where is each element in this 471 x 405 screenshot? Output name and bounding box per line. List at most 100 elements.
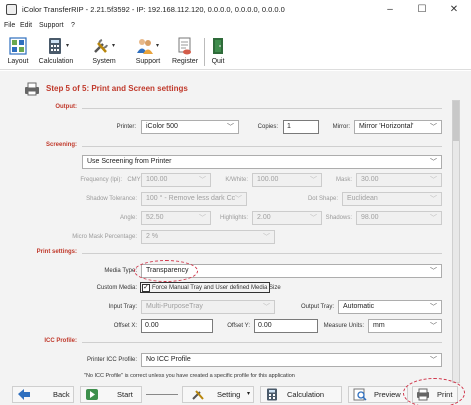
input-tray-select[interactable]: Multi-PurposeTray ﹀ xyxy=(141,300,275,314)
chevron-down-icon: ﹀ xyxy=(430,215,437,222)
offset-x-input[interactable]: 0.00 xyxy=(141,319,213,333)
output-tray-label: Output Tray: xyxy=(300,304,334,310)
icc-note: "No ICC Profile" is correct unless you h… xyxy=(84,373,295,379)
preview-button[interactable]: Preview xyxy=(348,386,408,403)
menu-file[interactable]: File xyxy=(4,22,15,29)
print-highlight-ring xyxy=(403,378,465,405)
maximize-button[interactable]: ☐ xyxy=(410,2,434,18)
divider xyxy=(82,342,442,343)
minimize-button[interactable]: – xyxy=(378,2,402,18)
mirror-select[interactable]: Mirror 'Horizontal' ﹀ xyxy=(354,120,442,134)
chevron-down-icon: ▾ xyxy=(66,43,70,49)
divider xyxy=(82,253,442,254)
preview-icon xyxy=(353,388,367,401)
chevron-down-icon: ▾ xyxy=(112,43,116,49)
support-label: Support xyxy=(135,58,161,65)
highlights-label: Highlights: xyxy=(219,215,248,221)
scrollbar-thumb[interactable] xyxy=(453,101,459,141)
chevron-down-icon: ﹀ xyxy=(310,177,317,184)
micro-mask-select[interactable]: 2 % ﹀ xyxy=(141,230,275,244)
register-label: Register xyxy=(171,58,199,65)
printer-icc-label: Printer ICC Profile: xyxy=(86,357,137,363)
exit-door-icon xyxy=(213,38,223,54)
vertical-scrollbar[interactable] xyxy=(452,100,460,383)
chevron-down-icon: ﹀ xyxy=(199,177,206,184)
setting-icon xyxy=(192,390,204,400)
calculator-icon xyxy=(267,388,277,401)
printer-select[interactable]: iColor 500 ﹀ xyxy=(141,120,239,134)
register-button[interactable]: Register xyxy=(168,36,202,69)
offset-x-label: Offset X: xyxy=(113,323,137,329)
start-button[interactable]: Start xyxy=(80,386,142,403)
shadows-select[interactable]: 98.00 ﹀ xyxy=(356,211,442,225)
frequency-label: Frequency (lpi): xyxy=(80,177,122,183)
offset-y-label: Offset Y: xyxy=(227,323,250,329)
back-button[interactable]: Back xyxy=(12,386,74,403)
kwhite-value: 100.00 xyxy=(257,176,279,183)
chevron-down-icon: ﹀ xyxy=(430,304,437,311)
chevron-down-icon: ﹀ xyxy=(310,215,317,222)
chevron-down-icon: ﹀ xyxy=(430,357,437,364)
printer-label: Printer: xyxy=(116,124,136,130)
calculation-button[interactable]: Calculation xyxy=(260,386,342,403)
start-icon xyxy=(86,389,98,400)
chevron-down-icon: ▾ xyxy=(247,391,251,397)
shadow-tolerance-label: Shadow Tolerance: xyxy=(86,196,137,202)
shadow-tolerance-value: 100 ° - Remove less dark Cc xyxy=(146,195,236,202)
chevron-down-icon: ﹀ xyxy=(227,124,234,131)
divider xyxy=(82,146,442,147)
toolbar: Layout ▾ Calculation ▾ System ▾ Support xyxy=(0,34,471,70)
quit-label: Quit xyxy=(211,58,225,65)
quit-button[interactable]: Quit xyxy=(206,36,230,69)
chevron-down-icon: ﹀ xyxy=(199,215,206,222)
menu-help[interactable]: ? xyxy=(71,22,75,29)
kwhite-label: K/White: xyxy=(225,177,248,183)
button-divider xyxy=(146,394,178,395)
dot-shape-select[interactable]: Euclidean ﹀ xyxy=(342,192,442,206)
input-tray-value: Multi-PurposeTray xyxy=(146,303,203,310)
copies-label: Copies: xyxy=(257,124,278,130)
menu-bar: File Edit Support ? xyxy=(0,21,471,33)
setting-button[interactable]: Setting ▾ xyxy=(182,386,254,403)
output-section-label: Output: xyxy=(55,104,77,110)
register-document-icon xyxy=(178,37,191,55)
custom-media-label: Custom Media: xyxy=(96,285,137,291)
tools-icon xyxy=(94,39,108,53)
layout-button[interactable]: Layout xyxy=(2,36,34,69)
menu-edit[interactable]: Edit xyxy=(20,22,32,29)
highlights-select[interactable]: 2.00 ﹀ xyxy=(252,211,322,225)
setting-label: Setting xyxy=(217,390,241,399)
media-type-label: Media Type: xyxy=(104,268,137,274)
shadows-label: Shadows: xyxy=(325,215,352,221)
chevron-down-icon: ﹀ xyxy=(263,304,270,311)
micro-mask-label: Micro Mask Percentage: xyxy=(72,234,137,240)
screening-mode-value: Use Screening from Printer xyxy=(87,158,172,165)
screening-mode-select[interactable]: Use Screening from Printer ﹀ xyxy=(82,155,442,169)
output-tray-select[interactable]: Automatic ﹀ xyxy=(338,300,442,314)
mask-select[interactable]: 30.00 ﹀ xyxy=(356,173,442,187)
calculation-toolbar-button[interactable]: ▾ Calculation xyxy=(34,36,78,69)
highlights-value: 2.00 xyxy=(257,214,271,221)
angle-select[interactable]: 52.50 ﹀ xyxy=(141,211,211,225)
cmy-select[interactable]: 100.00 ﹀ xyxy=(141,173,211,187)
support-button[interactable]: ▾ Support xyxy=(128,36,168,69)
support-people-icon xyxy=(137,39,153,54)
printer-icc-select[interactable]: No ICC Profile ﹀ xyxy=(141,353,442,367)
menu-support[interactable]: Support xyxy=(39,22,64,29)
chevron-down-icon: ﹀ xyxy=(263,234,270,241)
close-button[interactable]: ✕ xyxy=(442,2,466,18)
angle-label: Angle: xyxy=(119,215,137,221)
calculator-icon xyxy=(49,38,61,54)
step-title: Step 5 of 5: Print and Screen settings xyxy=(46,84,188,93)
chevron-down-icon: ﹀ xyxy=(430,196,437,203)
system-label: System xyxy=(92,58,116,65)
copies-input[interactable]: 1 xyxy=(283,120,319,134)
measure-units-select[interactable]: mm ﹀ xyxy=(368,319,442,333)
mask-label: Mask: xyxy=(335,177,352,183)
layout-label: Layout xyxy=(7,58,29,65)
system-button[interactable]: ▾ System xyxy=(84,36,124,69)
calculation-label-bottom: Calculation xyxy=(287,390,325,399)
shadow-tolerance-select[interactable]: 100 ° - Remove less dark Cc ﹀ xyxy=(141,192,247,206)
kwhite-select[interactable]: 100.00 ﹀ xyxy=(252,173,322,187)
print-settings-section-label: Print settings: xyxy=(36,249,77,255)
